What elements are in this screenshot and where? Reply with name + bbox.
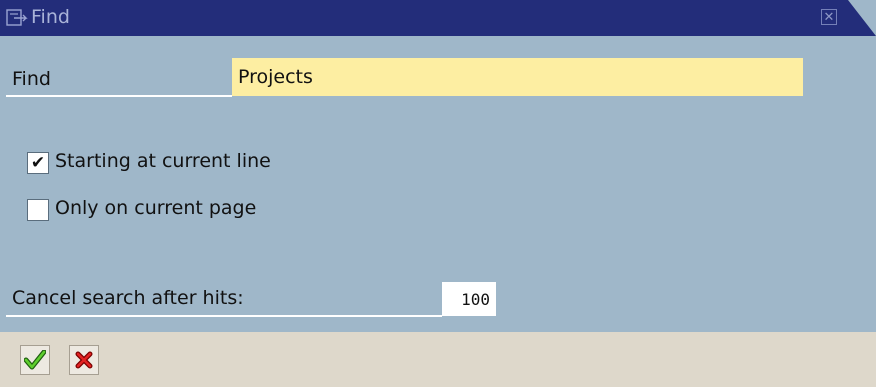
cancel-x-icon bbox=[75, 351, 93, 369]
title-bar-corner bbox=[848, 0, 876, 36]
title-bar: Find ✕ bbox=[0, 0, 876, 36]
find-label: Find bbox=[12, 68, 51, 90]
starting-at-current-line-checkbox[interactable]: ✔ bbox=[27, 152, 49, 174]
find-input[interactable] bbox=[232, 58, 803, 96]
only-on-current-page-checkbox[interactable] bbox=[27, 199, 49, 221]
window-title: Find bbox=[31, 6, 70, 28]
hits-input[interactable] bbox=[442, 282, 496, 316]
starting-at-current-line-label: Starting at current line bbox=[55, 150, 271, 172]
footer-toolbar bbox=[0, 332, 876, 387]
cancel-button[interactable] bbox=[69, 345, 99, 375]
cancel-search-underline bbox=[6, 315, 442, 317]
checkmark-icon bbox=[24, 350, 46, 370]
find-label-underline bbox=[6, 95, 232, 97]
cancel-search-label: Cancel search after hits: bbox=[12, 287, 244, 309]
confirm-button[interactable] bbox=[20, 345, 50, 375]
close-icon[interactable]: ✕ bbox=[821, 9, 837, 25]
dialog-icon bbox=[6, 9, 28, 26]
only-on-current-page-label: Only on current page bbox=[55, 197, 257, 219]
